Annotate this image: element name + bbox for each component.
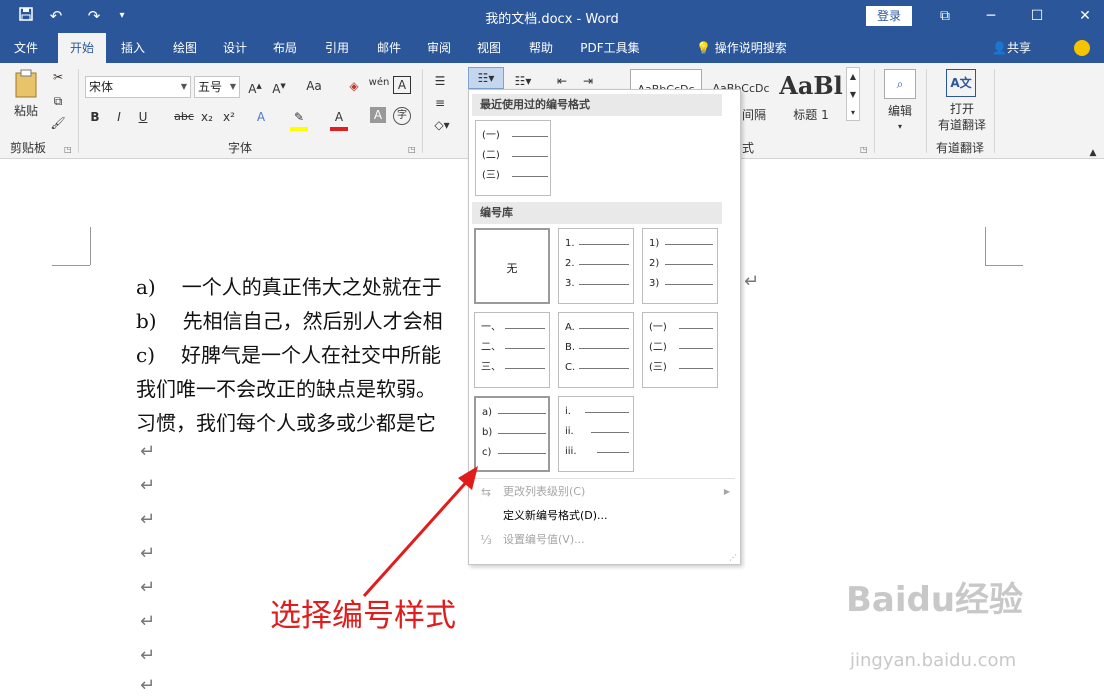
watermark-logo: Baidu经验 — [846, 580, 1024, 620]
annotation-text: 选择编号样式 — [270, 598, 456, 634]
watermark-url: jingyan.baidu.com — [850, 650, 1017, 671]
